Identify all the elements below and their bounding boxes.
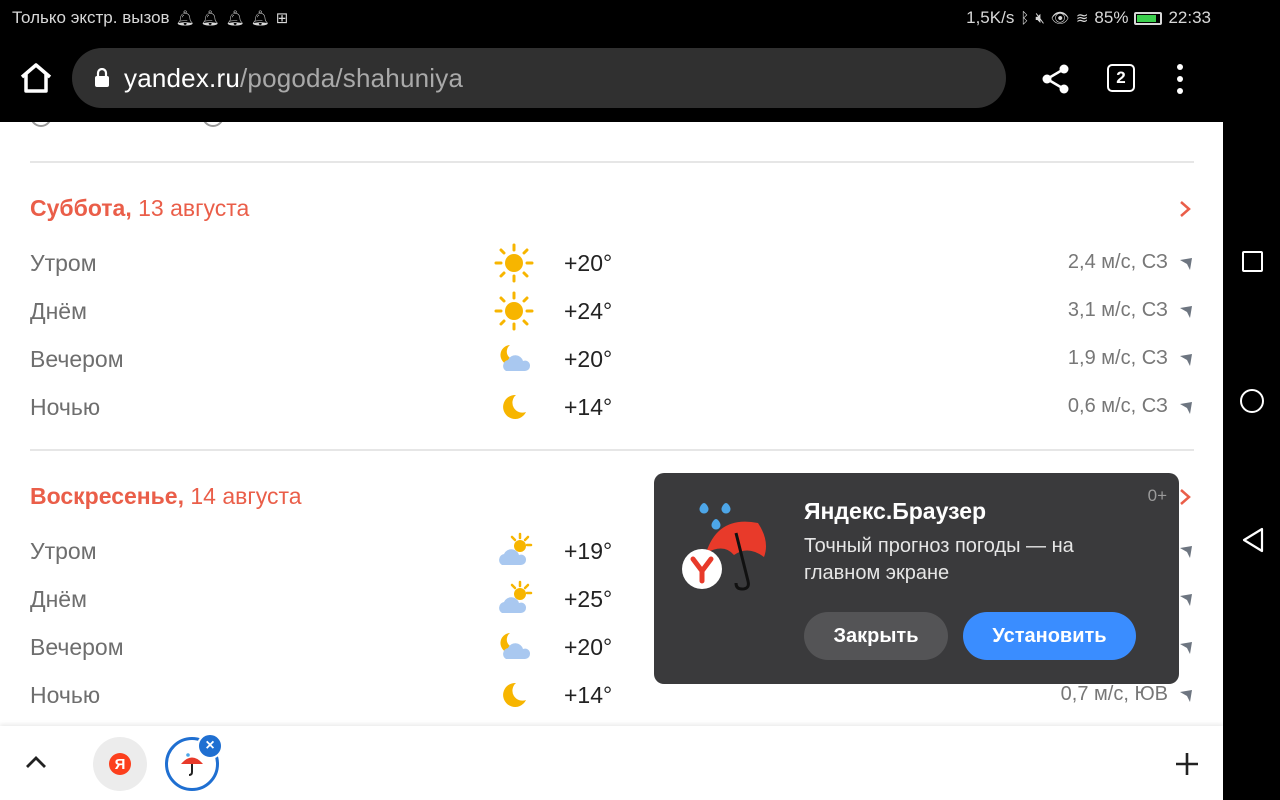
wind-arrow-icon [1178, 397, 1194, 415]
date: 13 августа [138, 195, 250, 221]
radio-icon [202, 122, 224, 127]
url-text: yandex.ru/pogoda/shahuniya [124, 63, 463, 94]
wind-text: 3,1 м/с, СЗ [1067, 299, 1168, 321]
back-icon[interactable] [1241, 527, 1265, 553]
sun-cloud-icon [494, 579, 534, 619]
divider [30, 161, 1194, 163]
divider [30, 449, 1194, 451]
day-part: Вечером [30, 346, 124, 372]
temperature: +25° [564, 586, 613, 612]
tabs-count-button[interactable]: 2 [1107, 64, 1135, 92]
temperature: +14° [564, 682, 613, 708]
battery-icon [1134, 11, 1163, 25]
wind-arrow-icon [1178, 685, 1194, 703]
age-rating: 0+ [1147, 486, 1167, 505]
notification-plus-icon: ⊞ [275, 10, 289, 27]
browser-toolbar: yandex.ru/pogoda/shahuniya 2 [0, 36, 1223, 122]
day-title-saturday[interactable]: Суббота, 13 августа [30, 195, 249, 222]
popup-description: Точный прогноз погоды — на главном экран… [804, 535, 1074, 584]
url-path: /pogoda/shahuniya [239, 62, 464, 93]
day-part: Днём [30, 298, 87, 324]
popup-title: Яндекс.Браузер [804, 498, 987, 524]
wind-arrow-icon [1178, 541, 1194, 559]
temperature: +24° [564, 298, 613, 324]
bell-icon: 🔔︎ [175, 10, 195, 27]
moon-icon [494, 387, 534, 427]
clock: 22:33 [1168, 8, 1211, 27]
address-bar[interactable]: yandex.ru/pogoda/shahuniya [72, 48, 1006, 108]
home-nav-icon[interactable] [1240, 389, 1264, 413]
day-part: Вечером [30, 634, 124, 660]
chevron-right-icon[interactable] [1178, 487, 1192, 507]
cut-off-row [30, 122, 224, 128]
sun-icon [494, 243, 534, 283]
chevron-right-icon[interactable] [1178, 199, 1192, 219]
share-icon[interactable] [1040, 64, 1072, 94]
chevron-up-icon[interactable] [24, 754, 48, 770]
wind-arrow-icon [1178, 253, 1194, 271]
tab-count: 2 [1116, 68, 1126, 87]
tab-yandex[interactable]: Я [93, 737, 147, 791]
date: 14 августа [190, 483, 302, 509]
radio-icon [30, 122, 52, 127]
recents-icon[interactable] [1242, 251, 1263, 272]
bottom-tab-bar: Я × [0, 726, 1223, 800]
yandex-browser-umbrella-icon [678, 493, 773, 593]
temperature: +20° [564, 250, 613, 276]
browser-promo-popup: 0+ Яндекс.Браузер Точный прогноз погоды … [654, 473, 1179, 684]
day-title-sunday[interactable]: Воскресенье, 14 августа [30, 483, 302, 510]
weekday: Суббота, [30, 195, 132, 221]
day-part: Ночью [30, 394, 101, 420]
carrier-text: Только экстр. вызов [12, 8, 170, 27]
wind-arrow-icon [1178, 589, 1194, 607]
day-part: Днём [30, 586, 87, 612]
wind-text: 1,9 м/с, СЗ [1067, 347, 1168, 369]
wind-text: 0,7 м/с, ЮВ [1060, 683, 1168, 705]
wind-arrow-icon [1178, 637, 1194, 655]
sun-icon [494, 291, 534, 331]
sun-cloud-icon [494, 531, 534, 571]
forecast-row: Днём +24° 3,1 м/с, СЗ [30, 291, 1194, 331]
moon-icon [494, 675, 534, 715]
temperature: +19° [564, 538, 613, 564]
forecast-row: Вечером +20° 1,9 м/с, СЗ [30, 339, 1194, 379]
close-tab-icon[interactable]: × [197, 733, 223, 759]
temperature: +20° [564, 634, 613, 660]
temperature: +20° [564, 346, 613, 372]
system-nav-bar [1223, 0, 1280, 800]
day-part: Утром [30, 538, 97, 564]
temperature: +14° [564, 394, 613, 420]
day-part: Ночью [30, 682, 101, 708]
status-bar: Только экстр. вызов 🔔︎ 🔔︎ 🔔︎ 🔔︎ ⊞ 1,5K/s… [0, 0, 1223, 36]
wind-arrow-icon [1178, 349, 1194, 367]
weekday: Воскресенье, [30, 483, 184, 509]
bluetooth-icon: ᛒ [1020, 9, 1030, 27]
moon-cloud-icon [494, 627, 534, 667]
mute-icon: 🔇︎ [1035, 9, 1045, 27]
bell-icon: 🔔︎ [225, 10, 245, 27]
bell-icon: 🔔︎ [250, 10, 270, 27]
close-button[interactable]: Закрыть [804, 612, 948, 660]
install-button[interactable]: Установить [963, 612, 1136, 660]
wind-arrow-icon [1178, 301, 1194, 319]
eye-icon: 👁︎ [1050, 10, 1070, 27]
bell-icon: 🔔︎ [200, 10, 220, 27]
lock-icon [94, 67, 110, 88]
moon-cloud-icon [494, 339, 534, 379]
day-part: Утром [30, 250, 97, 276]
wind-text: 2,4 м/с, СЗ [1067, 251, 1168, 273]
menu-icon[interactable] [1172, 64, 1188, 94]
url-domain: yandex.ru [124, 62, 240, 93]
battery-percent: 85% [1094, 8, 1129, 27]
forecast-row: Ночью +14° 0,6 м/с, СЗ [30, 387, 1194, 427]
wifi-icon: ≋ [1075, 10, 1089, 27]
net-speed: 1,5K/s [966, 8, 1015, 27]
wind-text: 0,6 м/с, СЗ [1067, 395, 1168, 417]
home-icon[interactable] [18, 62, 54, 94]
yandex-logo-icon: Я [109, 753, 131, 775]
new-tab-plus-icon[interactable] [1174, 751, 1200, 777]
forecast-row: Утром +20° 2,4 м/с, СЗ [30, 243, 1194, 283]
